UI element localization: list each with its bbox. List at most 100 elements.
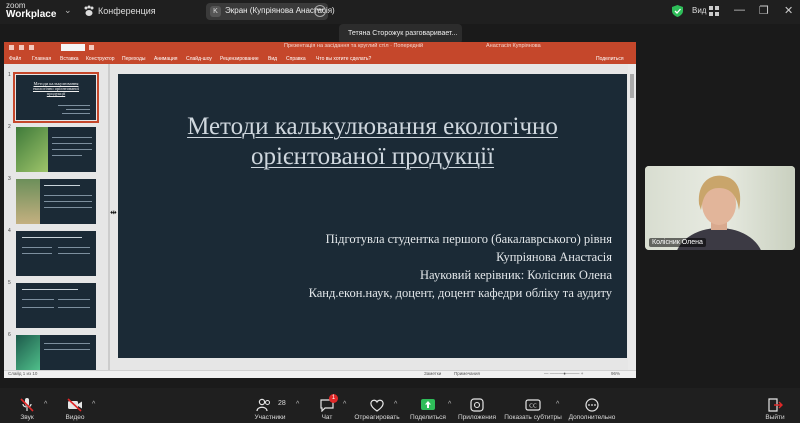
mic-muted-icon	[20, 398, 34, 412]
presenter-avatar: K	[210, 6, 221, 17]
slide-thumbnail-5[interactable]	[16, 283, 96, 328]
minimize-icon[interactable]: —	[734, 4, 745, 16]
meeting-toolbar: Звук ^ Видео ^ 28 Участники ^ 1 Чат ^ От…	[0, 388, 800, 423]
shared-screen-powerpoint: Презентація на засідання та круглий стіл…	[4, 42, 636, 378]
slide-thumbnail-4[interactable]	[16, 231, 96, 276]
participants-count: 28	[278, 400, 286, 407]
zoom-slider[interactable]: — ———●——— +	[544, 371, 583, 376]
paw-icon	[84, 5, 94, 16]
meeting-label[interactable]: Конференция	[98, 6, 156, 16]
maximize-icon[interactable]: ❐	[759, 4, 769, 17]
leave-button[interactable]: Выйти	[760, 388, 790, 423]
quick-access-toolbar[interactable]	[9, 44, 109, 51]
chevron-down-icon[interactable]: ⌄	[64, 5, 72, 16]
leave-icon	[768, 398, 783, 412]
captions-button[interactable]: CC Показать субтитры	[504, 388, 562, 423]
more-button[interactable]: Дополнительно	[568, 388, 616, 423]
thumb-title: Методи калькулювання екологічно орієнтов…	[32, 81, 79, 96]
audio-options-chevron-icon[interactable]: ^	[44, 401, 47, 408]
apps-button[interactable]: Приложения	[456, 388, 498, 423]
leave-label: Выйти	[765, 414, 785, 421]
thumb-number: 1	[8, 72, 11, 78]
grid-view-icon[interactable]	[709, 6, 719, 16]
more-options-icon[interactable]: •••	[314, 5, 326, 17]
ribbon-tab-design[interactable]: Конструктор	[86, 56, 115, 62]
zoom-level[interactable]: 96%	[611, 371, 620, 376]
slide-scrollbar[interactable]	[628, 64, 636, 370]
ribbon-tab-help[interactable]: Справка	[286, 56, 306, 62]
ribbon-tab-transitions[interactable]: Переходы	[122, 56, 145, 62]
scrollbar-thumb[interactable]	[630, 74, 634, 98]
ribbon-tab-home[interactable]: Главная	[32, 56, 51, 62]
react-label: Отреагировать	[354, 414, 400, 421]
screen-share-indicator[interactable]: K Экран (Купріянова Анастасія) •••	[206, 3, 335, 20]
thumb-image	[16, 127, 48, 172]
share-options-chevron-icon[interactable]: ^	[448, 401, 451, 408]
ribbon-tab-view[interactable]: Вид	[268, 56, 277, 62]
shield-check-icon[interactable]	[672, 5, 683, 17]
thumb-image	[16, 179, 40, 224]
react-options-chevron-icon[interactable]: ^	[394, 401, 397, 408]
thumb-number: 3	[8, 176, 11, 182]
apps-icon	[470, 398, 484, 412]
slide-author-block: Підготувла студентка першого (бакалаврсь…	[309, 230, 612, 302]
close-icon[interactable]: ✕	[784, 4, 793, 17]
more-dots-icon	[585, 398, 599, 412]
participants-label: Участники	[254, 414, 286, 421]
share-screen-icon	[421, 399, 435, 410]
notes-button[interactable]: Заметки	[424, 371, 441, 376]
ribbon-tab-insert[interactable]: Вставка	[60, 56, 79, 62]
chat-badge: 1	[329, 394, 338, 403]
thumb-image	[16, 335, 40, 370]
ppt-workspace: 1 Методи калькулювання екологічно орієнт…	[4, 64, 636, 378]
share-screen-button[interactable]: Поделиться	[406, 388, 450, 423]
audio-button[interactable]: Звук	[10, 388, 44, 423]
thumbnail-scrollbar[interactable]	[108, 64, 110, 370]
camera-off-icon	[67, 398, 82, 412]
participants-button[interactable]: 28 Участники	[248, 388, 292, 423]
ribbon-tab-file[interactable]: Файл	[9, 56, 21, 62]
slide-thumbnail-1[interactable]: Методи калькулювання екологічно орієнтов…	[13, 72, 99, 123]
author-line: Купріянова Анастасія	[496, 250, 612, 264]
tell-me-search[interactable]: Что вы хотите сделать?	[316, 56, 371, 62]
author-line: Канд.екон.наук, доцент, доцент кафедри о…	[308, 286, 612, 300]
slide-thumbnail-2[interactable]	[16, 127, 96, 172]
svg-text:CC: CC	[529, 404, 537, 410]
author-line: Науковий керівник: Колісник Олена	[420, 268, 612, 282]
view-menu-label[interactable]: Вид	[692, 6, 706, 15]
thumb-number: 5	[8, 280, 11, 286]
participants-options-chevron-icon[interactable]: ^	[296, 401, 299, 408]
ribbon-tab-review[interactable]: Рецензирование	[220, 56, 259, 62]
zoom-title-bar: zoom Workplace ⌄ Конференция K Экран (Ку…	[0, 0, 800, 24]
comments-button[interactable]: Примечания	[454, 371, 480, 376]
video-button[interactable]: Видео	[58, 388, 92, 423]
slide-thumbnail-pane: 1 Методи калькулювання екологічно орієнт…	[4, 64, 110, 378]
ribbon-tab-animation[interactable]: Анимация	[154, 56, 177, 62]
current-slide[interactable]: Методи калькулювання екологічно орієнтов…	[118, 74, 627, 358]
captions-label: Показать субтитры	[504, 414, 562, 421]
video-label: Видео	[65, 414, 85, 421]
chat-button[interactable]: 1 Чат	[312, 388, 342, 423]
slide-thumbnail-3[interactable]	[16, 179, 96, 224]
ppt-title-bar: Презентація на засідання та круглий стіл…	[4, 42, 636, 53]
ppt-window-title: Презентація на засідання та круглий стіл…	[284, 43, 424, 49]
speaking-toast: Тетяна Сторожук разговаривает...	[339, 24, 462, 44]
apps-label: Приложения	[457, 414, 497, 421]
ppt-user-name: Анастасія Купріянова	[486, 43, 541, 49]
closed-captions-icon: CC	[525, 399, 541, 411]
participant-name: Колісник Олена	[649, 238, 706, 247]
zoom-logo: zoom Workplace	[6, 1, 57, 20]
ribbon-tab-slideshow[interactable]: Слайд-шоу	[186, 56, 212, 62]
participant-video-tile[interactable]: Колісник Олена	[645, 166, 795, 250]
resize-cursor-icon: ⇹	[110, 208, 117, 217]
heart-icon	[370, 399, 384, 412]
audio-label: Звук	[20, 414, 34, 421]
chat-label: Чат	[321, 414, 333, 421]
more-label: Дополнительно	[568, 414, 616, 421]
captions-options-chevron-icon[interactable]: ^	[556, 401, 559, 408]
chat-options-chevron-icon[interactable]: ^	[343, 401, 346, 408]
share-ppt-button[interactable]: Поделиться	[596, 56, 624, 62]
thumb-number: 4	[8, 228, 11, 234]
slide-title: Методи калькулювання екологічно орієнтов…	[187, 113, 558, 170]
video-options-chevron-icon[interactable]: ^	[92, 401, 95, 408]
